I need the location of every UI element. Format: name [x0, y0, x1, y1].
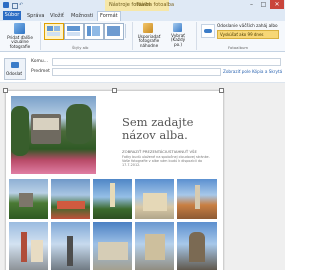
- undo-icon[interactable]: ↶: [19, 2, 23, 8]
- show-cc-bcc-link[interactable]: Zobraziť pole Kópia a Skrytá: [223, 69, 282, 74]
- to-field[interactable]: [52, 58, 281, 66]
- select-photos-label: Vybrať (Každý po.): [170, 33, 186, 47]
- photo-thumbnail[interactable]: [93, 222, 132, 270]
- ribbon-divider: [196, 22, 197, 50]
- layout-option-3[interactable]: [84, 23, 104, 40]
- close-button[interactable]: ✕: [270, 0, 284, 9]
- mail-window: ↶ Nástroje fotoalba Návrh fotoalba – □ ✕…: [0, 0, 285, 270]
- app-icon: [3, 2, 9, 8]
- photo-thumbnail[interactable]: [51, 179, 90, 219]
- shuffle-icon: [143, 23, 153, 33]
- photo-thumbnail[interactable]: [135, 179, 174, 219]
- photos-icon: [14, 23, 25, 34]
- save-icon[interactable]: [12, 3, 18, 9]
- ribbon-divider: [40, 22, 41, 50]
- layout-option-1[interactable]: [44, 23, 64, 40]
- upsell-button[interactable]: Vyskúšať ako 99 dnes: [217, 30, 279, 39]
- photo-thumbnail[interactable]: [93, 179, 132, 219]
- photo-thumbnail[interactable]: [177, 179, 217, 219]
- layout-option-2[interactable]: [64, 23, 84, 40]
- minimize-button[interactable]: –: [246, 0, 257, 9]
- photo-thumbnail[interactable]: [9, 222, 48, 270]
- download-all-link[interactable]: STIAHNUŤ VŠE: [169, 149, 197, 154]
- shuffle-photos-label: Usporiadať fotografie náhodne: [137, 34, 161, 48]
- album-group-label: Fotoalbum: [228, 45, 249, 50]
- subject-field[interactable]: [52, 68, 221, 76]
- tab-insert[interactable]: Vložiť: [50, 12, 64, 20]
- album-title[interactable]: Sem zadajte názov alba.: [122, 116, 218, 142]
- tab-manage[interactable]: Správa: [27, 12, 45, 20]
- select-photos-button[interactable]: [173, 23, 182, 32]
- select-icon: [173, 23, 182, 32]
- context-group-label-2: Návrh fotoalba: [137, 2, 175, 8]
- onedrive-icon: [201, 24, 215, 38]
- upsell-button-label: Vyskúšať ako 99 dnes: [220, 32, 264, 37]
- maximize-button[interactable]: □: [258, 0, 269, 9]
- tab-options[interactable]: Možnosti: [71, 12, 93, 20]
- ribbon-divider: [132, 22, 133, 50]
- send-label: Odoslať: [6, 71, 23, 76]
- send-icon: [11, 62, 19, 68]
- add-photos-button[interactable]: [14, 23, 25, 34]
- shuffle-photos-button[interactable]: [143, 23, 153, 33]
- layouts-group-label: Štýly alb: [72, 45, 89, 50]
- subject-label: Predmet: [31, 69, 50, 74]
- to-button[interactable]: Komu...: [31, 59, 48, 64]
- album-description: Fotky budú uložené na spoločnej cloudove…: [122, 155, 210, 168]
- send-button[interactable]: [4, 58, 26, 80]
- cover-photo[interactable]: [11, 96, 96, 174]
- tab-file[interactable]: Súbor: [3, 11, 21, 20]
- photo-thumbnail[interactable]: [177, 222, 217, 270]
- album-page: Sem zadajte názov alba. ZOBRAZIŤ PREZENT…: [3, 88, 224, 270]
- layout-option-4[interactable]: [104, 23, 124, 40]
- add-photos-label: Pridať ďalšie vizuálne fotografie: [7, 35, 33, 49]
- photo-thumbnail[interactable]: [51, 222, 90, 270]
- resize-handle[interactable]: [219, 88, 224, 93]
- photo-thumbnail[interactable]: [135, 222, 174, 270]
- photo-thumbnail[interactable]: [9, 179, 48, 219]
- upsell-text: Odoslanie väčších zaháj albo: [217, 23, 278, 28]
- resize-handle[interactable]: [3, 88, 8, 93]
- layout-scroll[interactable]: [125, 24, 130, 38]
- slideshow-link[interactable]: ZOBRAZIŤ PREZENTÁCIU: [122, 149, 169, 154]
- resize-handle[interactable]: [112, 88, 117, 93]
